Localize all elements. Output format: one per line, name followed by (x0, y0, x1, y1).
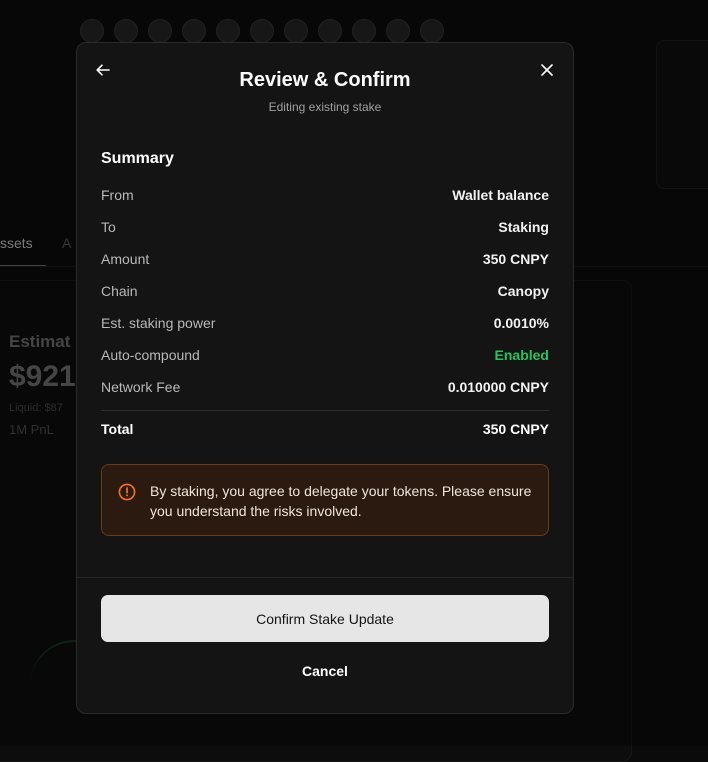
warning-text: By staking, you agree to delegate your t… (150, 483, 532, 519)
row-value: Canopy (497, 283, 549, 299)
summary-row-chain: Chain Canopy (101, 283, 549, 315)
row-value: 0.0010% (493, 315, 549, 331)
summary-row-staking-power: Est. staking power 0.0010% (101, 315, 549, 347)
row-label: Chain (101, 283, 138, 299)
row-label: Est. staking power (101, 315, 216, 331)
total-divider (101, 410, 549, 411)
row-value: 350 CNPY (482, 251, 549, 267)
summary-row-auto-compound: Auto-compound Enabled (101, 347, 549, 379)
row-label: From (101, 187, 134, 203)
total-value: 350 CNPY (482, 421, 549, 437)
summary-row-amount: Amount 350 CNPY (101, 251, 549, 283)
summary-row-network-fee: Network Fee 0.010000 CNPY (101, 379, 549, 411)
confirm-stake-update-button[interactable]: Confirm Stake Update (101, 595, 549, 642)
status-badge: Enabled (494, 347, 549, 363)
warning-banner: By staking, you agree to delegate your t… (101, 464, 549, 536)
row-value: Wallet balance (452, 187, 549, 203)
footer-divider (77, 577, 573, 578)
review-confirm-modal: Review & Confirm Editing existing stake … (76, 42, 574, 714)
row-label: Network Fee (101, 379, 181, 395)
row-value: Staking (498, 219, 549, 235)
modal-subtitle: Editing existing stake (268, 100, 382, 114)
summary-row-total: Total 350 CNPY (101, 421, 549, 437)
total-label: Total (101, 421, 134, 437)
summary-row-from: From Wallet balance (101, 187, 549, 219)
row-label: Auto-compound (101, 347, 200, 363)
modal-title: Review & Confirm (239, 69, 411, 91)
summary-row-to: To Staking (101, 219, 549, 251)
summary-heading: Summary (101, 150, 174, 167)
row-label: Amount (101, 251, 150, 267)
cancel-button[interactable]: Cancel (77, 663, 573, 679)
summary-rows: From Wallet balance To Staking Amount 35… (101, 187, 549, 411)
row-label: To (101, 219, 116, 235)
alert-circle-icon (118, 483, 136, 501)
row-value: 0.010000 CNPY (447, 379, 549, 395)
